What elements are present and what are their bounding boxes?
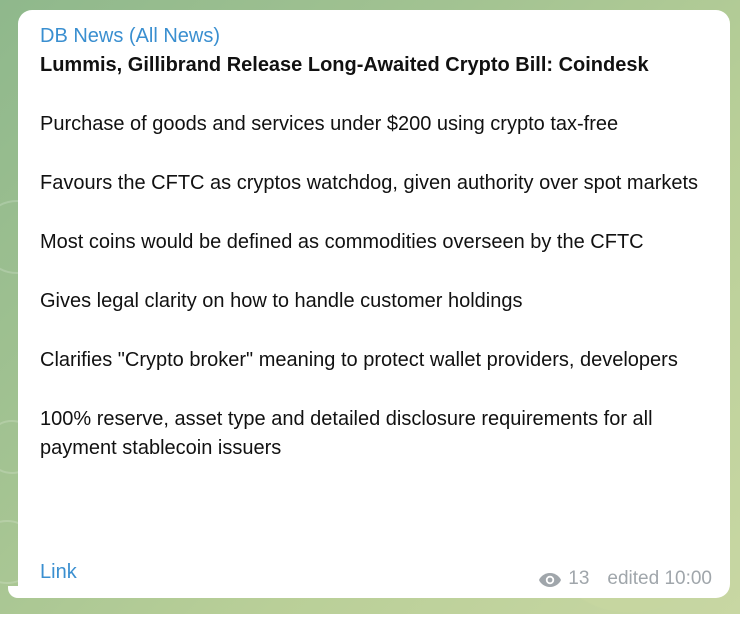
message-content: DB News (All News) Lummis, Gillibrand Re… xyxy=(40,22,720,493)
eye-icon xyxy=(538,571,562,587)
message-bubble[interactable]: DB News (All News) Lummis, Gillibrand Re… xyxy=(18,10,730,598)
message-paragraph: Favours the CFTC as cryptos watchdog, gi… xyxy=(40,172,699,194)
message-paragraph: Gives legal clarity on how to handle cus… xyxy=(40,290,523,312)
message-meta: 13 edited 10:00 xyxy=(538,567,712,591)
message-paragraph: Clarifies "Crypto broker" meaning to pro… xyxy=(40,349,678,371)
channel-name[interactable]: DB News (All News) xyxy=(40,22,720,50)
message-link[interactable]: Link xyxy=(40,558,77,586)
view-count: 13 xyxy=(568,568,590,589)
message-paragraph: Most coins would be defined as commoditi… xyxy=(40,231,644,253)
message-paragraph: Purchase of goods and services under $20… xyxy=(40,113,619,135)
message-headline: Lummis, Gillibrand Release Long-Awaited … xyxy=(40,54,649,76)
edited-timestamp: edited 10:00 xyxy=(607,568,712,589)
message-paragraph: 100% reserve, asset type and detailed di… xyxy=(40,408,653,459)
